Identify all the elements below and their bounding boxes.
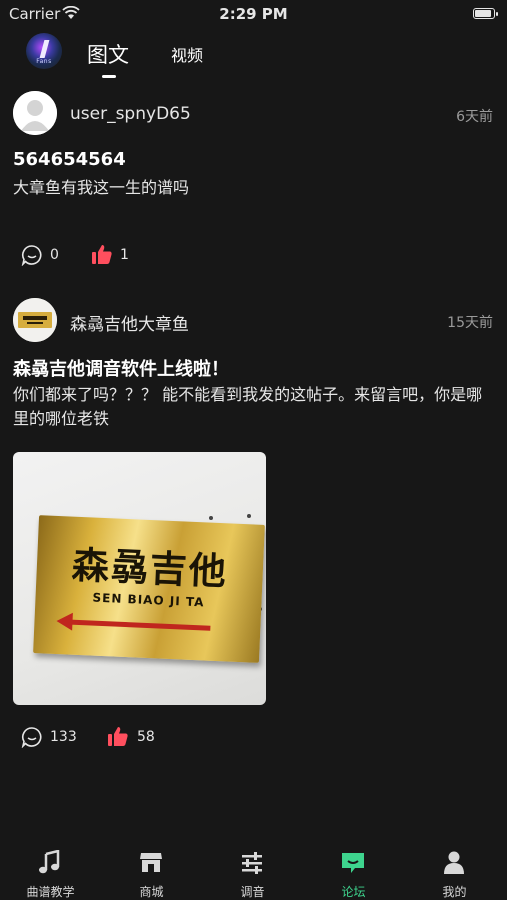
tab-label: 曲谱教学: [26, 885, 75, 899]
post-author-avatar[interactable]: [13, 298, 57, 342]
active-tab-indicator: [102, 75, 116, 78]
post-username[interactable]: 森骉吉他大章鱼: [70, 310, 189, 335]
bottom-tab-bar: 曲谱教学 商城 调音 论坛 我的: [0, 838, 507, 900]
sign-chinese-text: 森骉吉他: [71, 543, 229, 594]
status-time: 2:29 PM: [219, 5, 288, 23]
post-time: 6天前: [456, 109, 493, 125]
tab-shop[interactable]: 商城: [101, 838, 202, 900]
plaque-avatar-icon: [13, 298, 57, 342]
default-avatar-icon: [13, 91, 57, 135]
person-icon: [444, 851, 464, 874]
like-icon[interactable]: [91, 243, 113, 265]
comment-icon[interactable]: [21, 726, 43, 748]
post-title: 564654564: [13, 149, 126, 170]
tab-sheet-music[interactable]: 曲谱教学: [0, 838, 101, 900]
tab-tuner[interactable]: 调音: [202, 838, 303, 900]
like-icon[interactable]: [107, 725, 129, 747]
like-count: 1: [120, 247, 129, 263]
wall-screw: [247, 514, 251, 518]
sign-arrow-icon: [70, 619, 211, 631]
top-nav: Fans 图文 视频: [0, 30, 507, 80]
music-note-icon: [39, 850, 60, 874]
status-bar: Carrier 2:29 PM: [0, 0, 507, 28]
tab-article[interactable]: 图文: [87, 39, 129, 69]
tab-video[interactable]: 视频: [171, 42, 203, 66]
post-card[interactable]: user_spnyD65 6天前 564654564 大章鱼有我这一生的谱吗 0…: [0, 90, 507, 280]
post-time: 15天前: [447, 315, 493, 331]
battery-icon: [473, 8, 495, 19]
comment-count: 0: [50, 247, 59, 263]
avatar-bolt: [39, 40, 50, 58]
tab-label: 调音: [240, 885, 265, 899]
tab-label: 商城: [139, 885, 164, 899]
sliders-icon: [242, 852, 262, 874]
tab-forum[interactable]: 论坛: [303, 838, 404, 900]
post-title: 森骉吉他调音软件上线啦！: [13, 359, 229, 380]
post-image[interactable]: 森骉吉他 SEN BIAO JI TA: [13, 452, 266, 705]
user-avatar[interactable]: Fans: [26, 33, 62, 69]
post-body: 大章鱼有我这一生的谱吗: [13, 178, 190, 197]
comment-count: 133: [50, 729, 77, 745]
like-count: 58: [137, 729, 155, 745]
avatar-text: Fans: [36, 58, 52, 65]
post-author-avatar[interactable]: [13, 91, 57, 135]
sign-plaque: 森骉吉他 SEN BIAO JI TA: [33, 515, 265, 663]
tab-label: 我的: [442, 885, 467, 899]
post-body: 你们都来了吗？？？ 能不能看到我发的这帖子。来留言吧，你是哪里的哪位老铁: [13, 385, 483, 428]
forum-icon: [342, 853, 364, 873]
wall-screw: [209, 516, 213, 520]
tab-mine[interactable]: 我的: [404, 838, 505, 900]
tab-label: 论坛: [341, 885, 366, 899]
battery-cap: [496, 12, 498, 16]
post-username[interactable]: user_spnyD65: [70, 104, 191, 124]
shop-icon: [140, 853, 162, 872]
comment-icon[interactable]: [21, 244, 43, 266]
